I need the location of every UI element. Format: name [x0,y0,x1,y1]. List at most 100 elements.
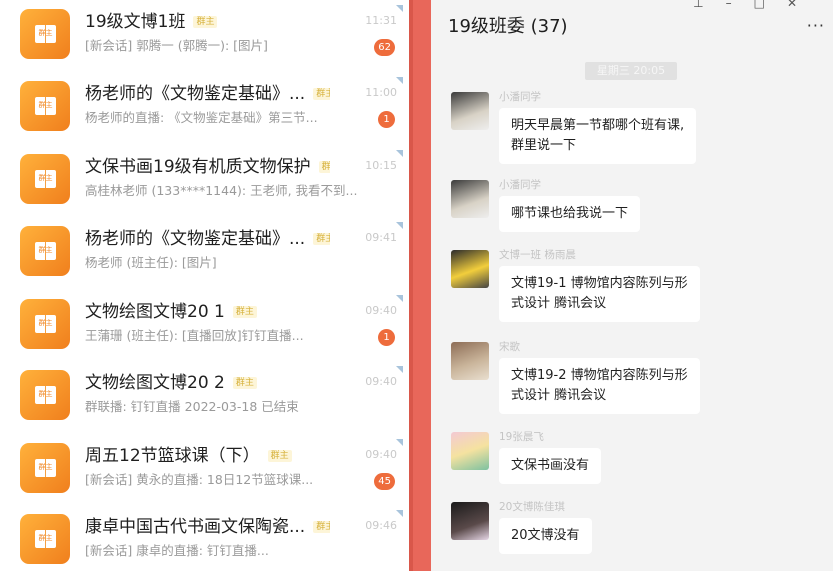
message-bubble[interactable]: 20文博没有 [499,518,592,554]
book-icon: 群主 [35,25,56,43]
conversation-preview: 群联播: 钉钉直播 2022-03-18 已结束 [85,399,299,414]
message-sender: 宋歌 [499,341,520,353]
pinned-corner-icon [396,150,403,157]
group-avatar: 群主 [20,226,70,276]
conversation-title-text: 文物绘图文博20 1 [85,302,225,322]
message-bubble[interactable]: 哪节课也给我说一下 [499,196,641,232]
conversation-time: 09:40 [365,448,397,461]
owner-tag: 群主 [232,377,257,389]
owner-tag: 群主 [313,88,330,100]
maximize-icon[interactable]: □ [754,0,787,10]
owner-tag: 群主 [232,306,257,318]
message-sender: 19张晨飞 [499,431,544,443]
date-divider: 星期三 20:05 [585,62,677,80]
group-avatar: 群主 [20,299,70,349]
avatar-label: 群主 [38,534,53,542]
avatar-label: 群主 [38,174,53,182]
avatar[interactable] [451,180,489,218]
conversation-item[interactable]: 群主 文物绘图文博20 1 群主 09:40 王蒲珊 (班主任): [直播回放]钉钉直播… [0,290,409,362]
more-icon[interactable]: ··· [807,16,825,35]
avatar[interactable] [451,342,489,380]
chat-panel: 19级班委 (37) ⊥–□✕ ··· 星期三 20:05 小潘同学 明天早晨第一… [431,0,833,571]
conversation-time: 09:46 [365,519,397,532]
close-icon[interactable]: ✕ [787,0,819,10]
conversation-item[interactable]: 群主杨老师的《文物鉴定基础》...群主09:41杨老师 (班主任): [图片] [0,217,409,289]
message-text-line: 群里说一下 [511,138,577,153]
book-icon: 群主 [35,315,56,333]
group-avatar: 群主 [20,9,70,59]
conversation-item[interactable]: 群主 文物绘图文博20 2 群主 09:40 群联播: 钉钉直播 2022-03-18 … [0,361,409,433]
message-text-line: 文保书画没有 [511,458,590,473]
pinned-corner-icon [396,295,403,302]
message-sender: 20文博陈佳琪 [499,501,565,513]
conversation-title: 文物绘图文博20 2 群主 [85,372,330,394]
pinned-corner-icon [396,366,403,373]
group-avatar: 群主 [20,154,70,204]
conversation-time: 09:40 [365,375,397,388]
avatar-label: 群主 [38,246,53,254]
unread-badge: 1 [378,111,395,128]
pinned-corner-icon [396,5,403,12]
conversation-preview: 王蒲珊 (班主任): [直播回放]钉钉直播... [85,328,304,343]
conversation-preview: 高桂林老师 (133****1144): 王老师, 我看不到... [85,183,358,198]
conversation-title: 周五12节篮球课（下） 群主 [85,445,330,467]
avatar[interactable] [451,92,489,130]
conversation-time: 11:00 [365,86,397,99]
conversation-preview: 杨老师的直播: 《文物鉴定基础》第三节... [85,110,318,125]
conversation-item[interactable]: 群主文保书画19级有机质文物保护群主10:15高桂林老师 (133****114… [0,145,409,217]
avatar-label: 群主 [38,319,53,327]
message-bubble[interactable]: 文博19-2 博物馆内容陈列与形 式设计 腾讯会议 [499,358,700,414]
book-icon: 群主 [35,242,56,260]
conversation-preview: [新会话] 黄永的直播: 18日12节篮球课... [85,472,314,487]
window-controls: ⊥–□✕ [693,0,819,10]
group-avatar: 群主 [20,370,70,420]
unread-badge: 45 [374,473,395,490]
avatar-label: 群主 [38,463,53,471]
pinned-corner-icon [396,439,403,446]
conversation-title-text: 文物绘图文博20 2 [85,373,225,393]
message-sender: 小潘同学 [499,91,541,103]
conversation-title: 文保书画19级有机质文物保护群主 [85,156,330,178]
avatar[interactable] [451,432,489,470]
conversation-title-text: 杨老师的《文物鉴定基础》... [85,229,306,249]
conversation-title-text: 周五12节篮球课（下） [85,446,260,466]
conversation-time: 10:15 [365,159,397,172]
conversation-preview: 杨老师 (班主任): [图片] [85,255,217,270]
book-icon: 群主 [35,97,56,115]
message-sender: 文博一班 杨雨晨 [499,249,576,261]
conversation-list: 群主 19级文博1班 群主 11:31 [新会话] 郭腾一 (郭腾一): [图片] 62 群… [0,0,413,571]
conversation-title-text: 19级文博1班 [85,12,186,32]
message-text-line: 文博19-2 博物馆内容陈列与形 [511,368,688,383]
conversation-item[interactable]: 群主 周五12节篮球课（下） 群主 09:40 [新会话] 黄永的直播: 18日12节篮… [0,434,409,506]
owner-tag: 群主 [313,233,330,245]
owner-tag: 群主 [193,16,218,28]
message-bubble[interactable]: 文博19-1 博物馆内容陈列与形 式设计 腾讯会议 [499,266,700,322]
avatar-label: 群主 [38,390,53,398]
message-text-line: 式设计 腾讯会议 [511,296,607,311]
avatar-label: 群主 [38,101,53,109]
message-sender: 小潘同学 [499,179,541,191]
group-avatar: 群主 [20,443,70,493]
owner-tag: 群主 [318,161,330,173]
conversation-item[interactable]: 群主 19级文博1班 群主 11:31 [新会话] 郭腾一 (郭腾一): [图片] 62 [0,0,409,72]
book-icon: 群主 [35,386,56,404]
book-icon: 群主 [35,170,56,188]
book-icon: 群主 [35,459,56,477]
avatar[interactable] [451,250,489,288]
group-avatar: 群主 [20,81,70,131]
pinned-corner-icon [396,510,403,517]
conversation-item[interactable]: 群主杨老师的《文物鉴定基础》...群主11:00杨老师的直播: 《文物鉴定基础》… [0,72,409,144]
conversation-title: 19级文博1班 群主 [85,11,330,33]
message-text-line: 文博19-1 博物馆内容陈列与形 [511,276,688,291]
minimize-icon[interactable]: – [726,0,754,10]
conversation-title: 康卓中国古代书画文保陶瓷... 群主 [85,516,330,538]
conversation-item[interactable]: 群主康卓中国古代书画文保陶瓷...群主09:46[新会话] 康卓的直播: 钉钉直… [0,505,409,571]
conversation-title-text: 杨老师的《文物鉴定基础》... [85,84,306,104]
pin-icon[interactable]: ⊥ [693,0,725,10]
message-bubble[interactable]: 文保书画没有 [499,448,602,484]
message-bubble[interactable]: 明天早晨第一节都哪个班有课, 群里说一下 [499,108,697,164]
conversation-time: 09:40 [365,304,397,317]
conversation-title-text: 文保书画19级有机质文物保护 [85,157,311,177]
unread-badge: 1 [378,329,395,346]
avatar[interactable] [451,502,489,540]
